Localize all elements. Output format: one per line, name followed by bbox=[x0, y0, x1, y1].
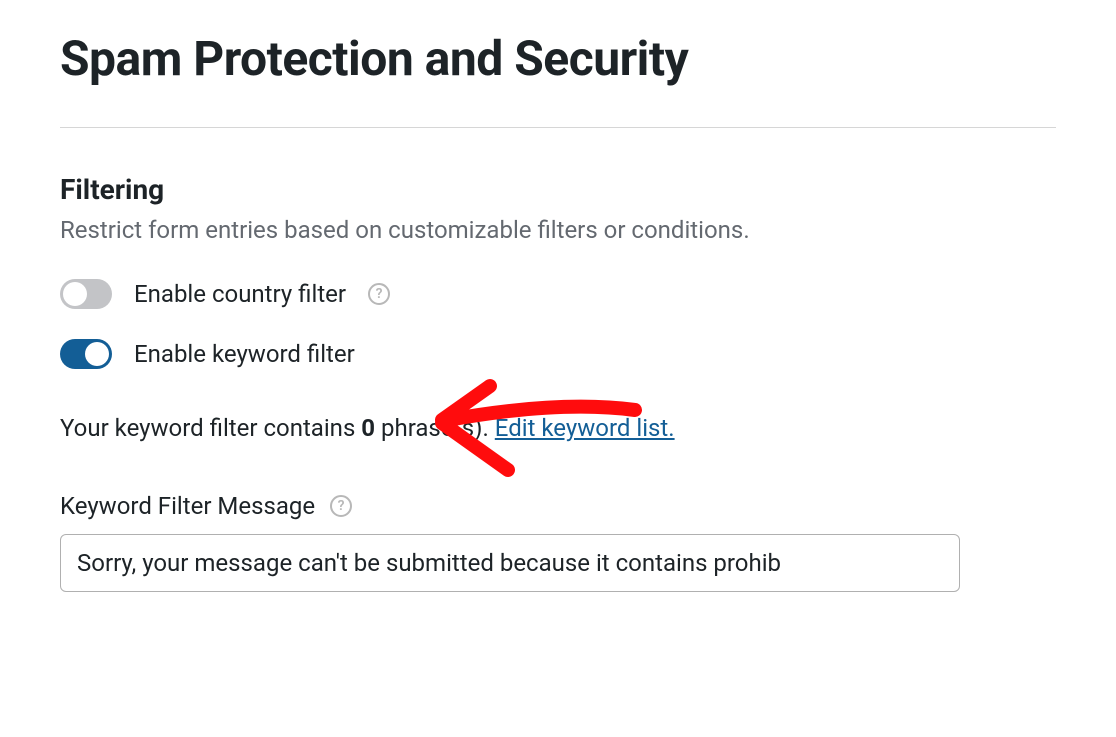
country-filter-row: Enable country filter ? bbox=[60, 279, 1056, 309]
edit-keyword-list-link[interactable]: Edit keyword list. bbox=[495, 414, 675, 442]
country-filter-toggle[interactable] bbox=[60, 279, 112, 309]
keyword-filter-message-label-row: Keyword Filter Message ? bbox=[60, 492, 1056, 520]
keyword-count: 0 bbox=[361, 414, 375, 442]
help-icon[interactable]: ? bbox=[368, 283, 390, 305]
keyword-filter-row: Enable keyword filter bbox=[60, 339, 1056, 369]
keyword-filter-label: Enable keyword filter bbox=[134, 340, 355, 368]
divider bbox=[60, 127, 1056, 128]
toggle-knob bbox=[63, 282, 87, 306]
keyword-filter-status: Your keyword filter contains 0 phrase(s)… bbox=[60, 414, 1056, 442]
filtering-section-desc: Restrict form entries based on customiza… bbox=[60, 216, 1056, 244]
toggle-knob bbox=[85, 342, 109, 366]
keyword-filter-message-input[interactable] bbox=[60, 534, 960, 592]
status-suffix: phrase(s). bbox=[375, 414, 495, 442]
country-filter-label: Enable country filter bbox=[134, 280, 346, 308]
page-title: Spam Protection and Security bbox=[60, 30, 1056, 87]
help-icon[interactable]: ? bbox=[330, 495, 352, 517]
keyword-filter-message-label: Keyword Filter Message bbox=[60, 492, 315, 520]
filtering-section-title: Filtering bbox=[60, 173, 1056, 206]
keyword-filter-toggle[interactable] bbox=[60, 339, 112, 369]
status-prefix: Your keyword filter contains bbox=[60, 414, 361, 442]
